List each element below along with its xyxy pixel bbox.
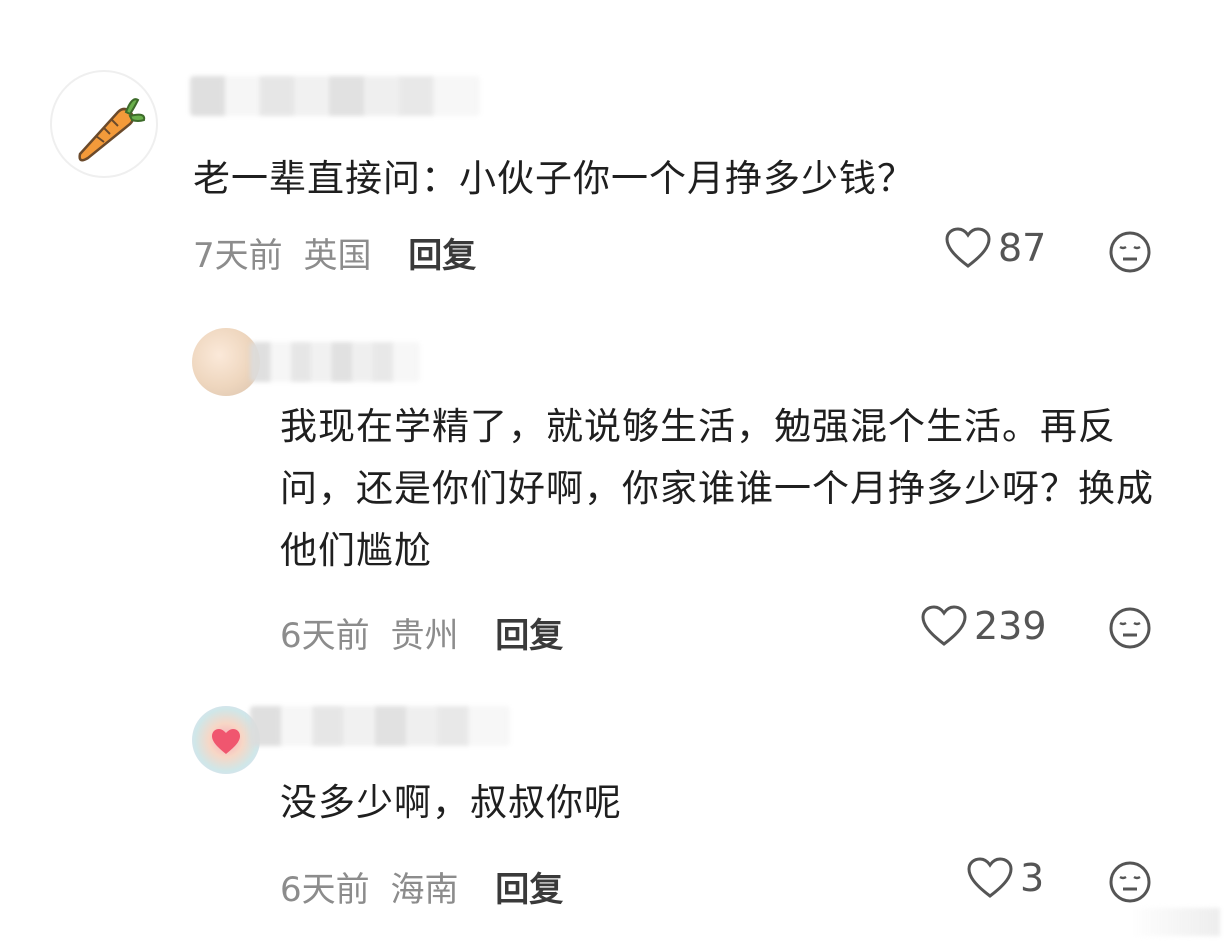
username-redacted xyxy=(190,76,480,116)
reply-button[interactable]: 回复 xyxy=(495,870,563,910)
comment-meta: 7天前 英国 回复 xyxy=(193,228,476,277)
scroll-fade xyxy=(1130,908,1220,936)
comment-text: 老一辈直接问：小伙子你一个月挣多少钱？ xyxy=(193,157,915,200)
avatar[interactable] xyxy=(50,70,158,178)
like-button[interactable]: 87 xyxy=(944,226,1046,270)
carrot-icon xyxy=(78,98,146,162)
like-count: 239 xyxy=(974,604,1047,648)
comment-time: 6天前 xyxy=(280,870,370,910)
neutral-face-icon[interactable] xyxy=(1108,606,1152,650)
heart-outline-icon xyxy=(921,605,967,646)
heart-outline-icon xyxy=(945,227,991,268)
comment-text: 我现在学精了，就说够生活，勉强混个生活。再反问，还是你们好啊，你家谁谁一个月挣多… xyxy=(280,405,1154,572)
comment-location: 海南 xyxy=(390,870,459,910)
heart-outline-icon xyxy=(967,857,1013,898)
neutral-face-icon[interactable] xyxy=(1108,230,1152,274)
username-redacted xyxy=(250,706,510,746)
comment-location: 贵州 xyxy=(390,616,459,656)
comment-meta: 6天前 海南 回复 xyxy=(280,862,563,911)
comment-meta: 6天前 贵州 回复 xyxy=(280,608,563,657)
like-count: 3 xyxy=(1020,856,1045,900)
comment-text: 没多少啊，叔叔你呢 xyxy=(280,781,622,824)
comment-location: 英国 xyxy=(303,236,372,276)
like-button[interactable]: 3 xyxy=(966,856,1044,900)
like-count: 87 xyxy=(998,226,1047,270)
comment-time: 7天前 xyxy=(193,236,283,276)
reply-button[interactable]: 回复 xyxy=(408,236,476,276)
neutral-face-icon[interactable] xyxy=(1108,860,1152,904)
comment-time: 6天前 xyxy=(280,616,370,656)
reply-button[interactable]: 回复 xyxy=(495,616,563,656)
like-button[interactable]: 239 xyxy=(920,604,1047,648)
username-redacted xyxy=(250,342,420,382)
